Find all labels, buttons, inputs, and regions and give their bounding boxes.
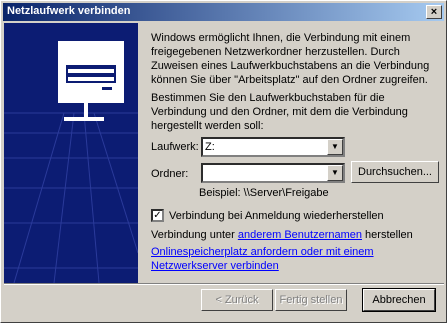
cancel-button[interactable]: Abbrechen	[362, 288, 436, 312]
separator	[4, 283, 444, 285]
instruction-text: Bestimmen Sie den Laufwerkbuchstaben für…	[151, 92, 408, 132]
reconnect-checkbox[interactable]: ✓	[151, 209, 164, 222]
window-title: Netzlaufwerk verbinden	[7, 5, 131, 17]
finish-button[interactable]: Fertig stellen	[275, 289, 347, 311]
network-drive-illustration	[4, 23, 138, 283]
intro-text: Windows ermöglicht Ihnen, die Verbindung…	[151, 32, 430, 86]
reconnect-label[interactable]: Verbindung bei Anmeldung wiederherstelle…	[169, 210, 384, 222]
other-user-prefix: Verbindung unter	[151, 229, 238, 241]
example-text: Beispiel: \\Server\Freigabe	[199, 187, 329, 199]
wizard-side-panel	[4, 23, 138, 283]
folder-label: Ordner:	[151, 168, 189, 180]
dialog-window: Netzlaufwerk verbinden × Windows ermögli…	[0, 0, 447, 323]
other-user-suffix: herstellen	[362, 229, 413, 241]
drive-select[interactable]: Z: ▼	[201, 137, 345, 157]
title-bar[interactable]: Netzlaufwerk verbinden ×	[3, 3, 444, 21]
drive-value: Z:	[205, 141, 215, 153]
online-storage-link[interactable]: Onlinespeicherplatz anfordern oder mit e…	[151, 245, 391, 273]
browse-button[interactable]: Durchsuchen...	[351, 161, 439, 183]
close-button[interactable]: ×	[426, 5, 442, 19]
drive-dropdown-arrow-icon[interactable]: ▼	[327, 139, 343, 155]
back-button[interactable]: < Zurück	[201, 289, 273, 311]
other-user-line: Verbindung unter anderem Benutzernamen h…	[151, 229, 413, 241]
drive-label: Laufwerk:	[151, 141, 199, 153]
other-user-link[interactable]: anderem Benutzernamen	[238, 229, 362, 241]
folder-dropdown-arrow-icon[interactable]: ▼	[327, 165, 343, 181]
folder-input[interactable]: ▼	[201, 163, 345, 183]
